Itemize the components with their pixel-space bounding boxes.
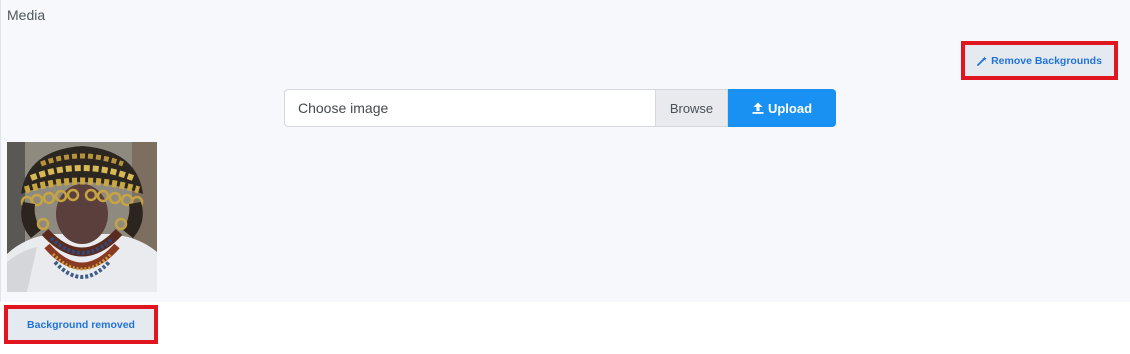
upload-button[interactable]: Upload — [728, 89, 836, 127]
remove-backgrounds-label: Remove Backgrounds — [991, 54, 1102, 67]
browse-button[interactable]: Browse — [655, 89, 728, 127]
upload-group: Choose image Browse Upload — [284, 89, 836, 127]
background-removed-button[interactable]: Background removed — [8, 309, 154, 340]
section-title: Media — [7, 7, 46, 23]
file-input[interactable]: Choose image — [284, 89, 655, 127]
thumbnail-image — [7, 142, 157, 292]
magic-wand-icon — [977, 56, 987, 66]
upload-label: Upload — [767, 100, 813, 116]
upload-icon — [752, 102, 764, 114]
status-highlight: Background removed — [4, 305, 158, 344]
media-panel: Media Remove Backgrounds Choose image Br… — [0, 0, 1130, 302]
browse-label: Browse — [669, 100, 714, 116]
remove-backgrounds-button[interactable]: Remove Backgrounds — [965, 45, 1114, 76]
remove-backgrounds-highlight: Remove Backgrounds — [961, 41, 1118, 80]
file-input-placeholder: Choose image — [298, 100, 389, 116]
background-removed-label: Background removed — [27, 318, 135, 331]
media-thumbnail[interactable] — [7, 142, 157, 292]
